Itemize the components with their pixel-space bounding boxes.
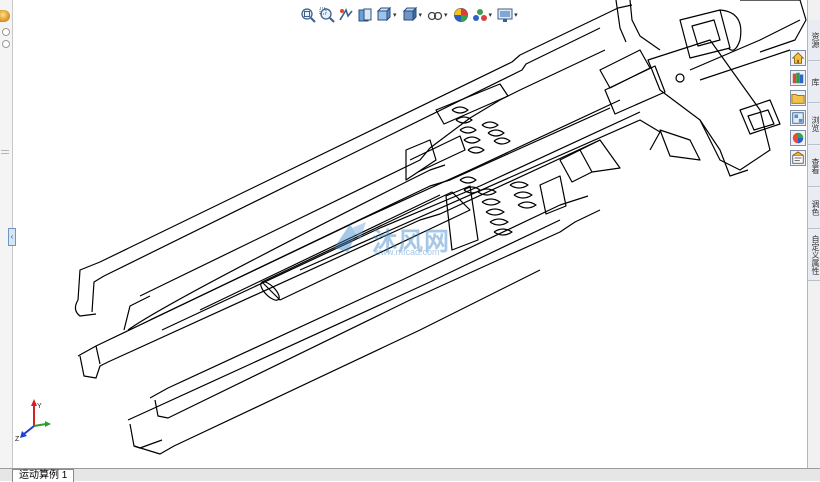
home-icon[interactable] [790, 50, 806, 66]
frame-top [629, 0, 661, 51]
status-bar: 运动算例 1 [0, 468, 820, 482]
motor-body [679, 9, 731, 59]
jaw-bottom [133, 439, 163, 449]
jaw-middle [95, 345, 101, 365]
custom-properties-icon[interactable] [790, 150, 806, 166]
task-pane-tab[interactable]: 库 [808, 62, 820, 103]
view-palette-icon[interactable] [790, 110, 806, 126]
watermark-logo-icon [334, 222, 366, 252]
housing [123, 295, 151, 331]
gear [739, 99, 781, 135]
block [599, 49, 651, 89]
housing [409, 135, 466, 173]
frame-right [659, 129, 701, 161]
frame-right [699, 119, 749, 177]
link-pivot [675, 73, 685, 83]
file-explorer-icon[interactable] [790, 90, 806, 106]
radio-icon[interactable] [2, 28, 10, 36]
block [579, 139, 621, 173]
pin-end [260, 281, 280, 301]
solidworks-logo-icon[interactable] [0, 10, 10, 22]
triad-z-label: Z [15, 436, 20, 443]
design-library-icon[interactable] [790, 70, 806, 86]
block [604, 65, 666, 115]
reference-triad: Y Z [15, 399, 51, 443]
link-arm [689, 19, 801, 71]
task-pane-tab[interactable]: 调色 [808, 188, 820, 229]
watermark: 沐风网 www.mfcad.com [330, 218, 495, 260]
link-arm [647, 39, 771, 171]
divider [1, 153, 9, 154]
task-pane-tab[interactable]: 浏览 [808, 104, 820, 145]
motor-body [691, 19, 721, 47]
task-pane-tab[interactable]: 资源 [808, 20, 820, 61]
task-pane-tab[interactable]: 查看 [808, 146, 820, 187]
motion-study-tab[interactable]: 运动算例 1 [12, 469, 75, 482]
jaw-bottom [129, 269, 541, 455]
triad-y-label: Y [37, 403, 42, 410]
task-pane-icons [790, 50, 806, 166]
watermark-url: www.mfcad.com [374, 247, 440, 257]
task-pane-tab[interactable]: 自定义属性 [808, 230, 820, 281]
block [559, 149, 593, 183]
motor-body [719, 9, 742, 51]
radio-icon[interactable] [2, 40, 10, 48]
link-arm [699, 49, 791, 81]
divider [1, 150, 9, 151]
task-pane: 资源库浏览 查看 调色 自定义属性 [807, 0, 820, 468]
appearances-icon[interactable] [790, 130, 806, 146]
